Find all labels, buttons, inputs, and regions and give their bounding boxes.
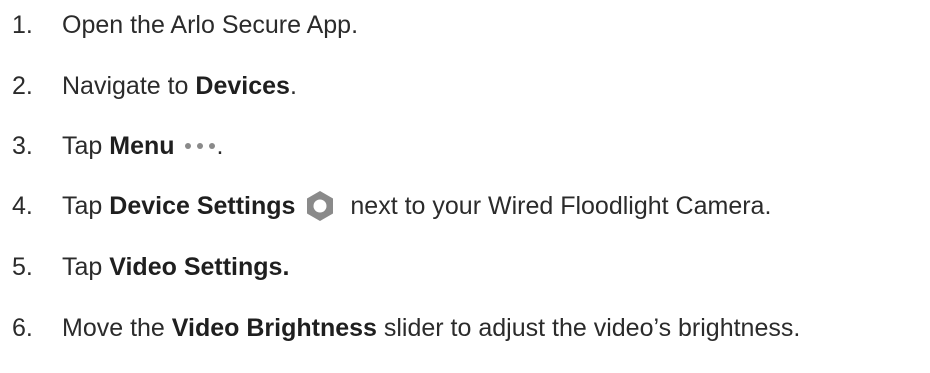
step-text: Navigate to (62, 72, 196, 100)
step-text-end: next to your Wired Floodlight Camera. (343, 192, 772, 220)
step-number: 6. (12, 314, 33, 342)
step-number: 2. (12, 72, 33, 100)
step-body: Move the Video Brightness slider to adju… (62, 308, 800, 348)
step-number: 1. (12, 11, 33, 39)
step-text: Move the (62, 314, 172, 342)
ui-term: Device Settings (109, 192, 296, 220)
step-1: 1. Open the Arlo Secure App. (12, 5, 358, 45)
step-text: Tap (62, 192, 110, 220)
step-number: 5. (12, 253, 33, 281)
gear-icon (303, 189, 337, 223)
step-number: 4. (12, 192, 33, 220)
step-text: Tap (62, 132, 110, 160)
step-body: Tap Device Settings next to your Wired F… (62, 186, 771, 226)
step-text-end: slider to adjust the video’s brightness. (376, 314, 801, 342)
step-2: 2. Navigate to Devices . (12, 66, 297, 106)
step-body: Navigate to Devices . (62, 66, 297, 106)
menu-dots-icon (184, 143, 215, 149)
ui-term: Menu (109, 132, 175, 160)
ui-term: Devices (195, 72, 290, 100)
step-text: Open the Arlo Secure App. (62, 11, 359, 39)
ui-term: Video Settings. (109, 253, 290, 281)
step-3: 3. Tap Menu . (12, 126, 224, 166)
ui-term: Video Brightness (171, 314, 377, 342)
step-text-end: . (289, 72, 297, 100)
step-text: Tap (62, 253, 110, 281)
step-body: Tap Video Settings. (62, 247, 289, 287)
step-4: 4. Tap Device Settings next to your Wire… (12, 186, 771, 226)
step-body: Tap Menu . (62, 126, 224, 166)
step-6: 6. Move the Video Brightness slider to a… (12, 308, 800, 348)
step-text-end: . (216, 132, 224, 160)
step-number: 3. (12, 132, 33, 160)
step-5: 5. Tap Video Settings. (12, 247, 289, 287)
